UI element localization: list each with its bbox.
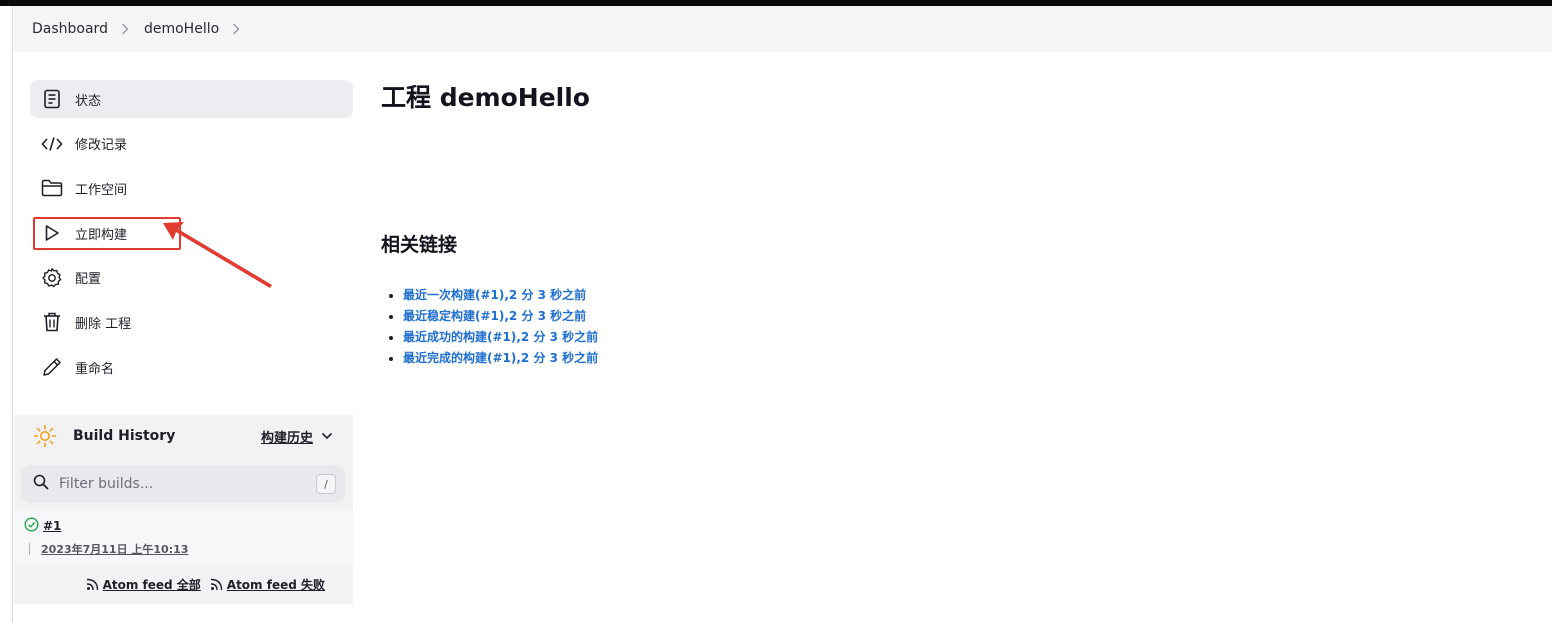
last-successful-build-link[interactable]: 最近成功的构建(#1),2 分 3 秒之前	[403, 330, 598, 344]
folder-icon	[40, 176, 64, 200]
sidebar-item-workspace[interactable]: 工作空间	[30, 169, 353, 207]
build-date-link[interactable]: 2023年7月11日 上午10:13	[41, 541, 188, 557]
build-number-line: #1	[24, 517, 61, 535]
build-row[interactable]: #1 2023年7月11日 上午10:13	[14, 511, 353, 565]
sidebar-item-label: 重命名	[75, 361, 115, 377]
highlight-box	[33, 217, 181, 251]
breadcrumb: Dashboard demoHello	[14, 6, 1552, 52]
atom-feed-failures-label[interactable]: Atom feed 失败	[227, 576, 325, 593]
rss-icon	[210, 578, 223, 591]
sidebar-item-changes[interactable]: 修改记录	[30, 125, 353, 163]
last-completed-build-link[interactable]: 最近完成的构建(#1),2 分 3 秒之前	[403, 351, 598, 365]
main-content: 工程 demoHello	[381, 78, 590, 114]
sidebar-item-status[interactable]: 状态	[30, 80, 353, 118]
related-links-list: 最近一次构建(#1),2 分 3 秒之前 最近稳定构建(#1),2 分 3 秒之…	[403, 286, 598, 370]
breadcrumb-dashboard[interactable]: Dashboard	[32, 21, 108, 37]
build-history-title: Build History	[73, 428, 176, 444]
trash-icon	[40, 310, 64, 334]
search-icon	[33, 474, 49, 494]
sidebar-item-label: 状态	[75, 93, 102, 109]
list-item: 最近成功的构建(#1),2 分 3 秒之前	[403, 328, 598, 349]
build-date-line: 2023年7月11日 上午10:13	[29, 541, 188, 557]
rss-icon	[86, 578, 99, 591]
last-build-link[interactable]: 最近一次构建(#1),2 分 3 秒之前	[403, 288, 586, 302]
left-edge	[0, 6, 13, 622]
filter-builds-field[interactable]: /	[21, 465, 345, 503]
filter-builds-input[interactable]	[59, 476, 299, 492]
code-icon	[40, 132, 64, 156]
annotation-arrow	[163, 222, 272, 288]
chevron-right-icon[interactable]	[232, 23, 242, 35]
atom-feed-all-link[interactable]: Atom feed 全部	[86, 576, 201, 593]
sidebar-item-label: 工作空间	[75, 182, 128, 198]
trend-label[interactable]: 构建历史	[261, 427, 313, 446]
list-item: 最近完成的构建(#1),2 分 3 秒之前	[403, 349, 598, 370]
sun-icon	[33, 424, 57, 448]
chevron-down-icon[interactable]	[321, 429, 333, 444]
atom-feed-all-label[interactable]: Atom feed 全部	[103, 576, 201, 593]
list-item: 最近一次构建(#1),2 分 3 秒之前	[403, 286, 598, 307]
sidebar-item-label: 删除 工程	[75, 316, 132, 332]
pencil-icon	[40, 355, 64, 379]
sidebar-item-rename[interactable]: 重命名	[30, 348, 353, 386]
list-item: 最近稳定构建(#1),2 分 3 秒之前	[403, 307, 598, 328]
build-number-link[interactable]: #1	[43, 519, 61, 533]
document-icon	[40, 87, 64, 111]
build-history-panel: Build History 构建历史 / #1 2023年7月11日 上午10:…	[14, 415, 353, 604]
breadcrumb-project[interactable]: demoHello	[144, 21, 219, 37]
atom-feed-failures-link[interactable]: Atom feed 失败	[210, 576, 325, 593]
keyboard-shortcut-hint: /	[316, 474, 336, 494]
build-history-header: Build History 构建历史	[14, 415, 353, 457]
sidebar-item-label: 修改记录	[75, 138, 128, 154]
sidebar-item-delete[interactable]: 删除 工程	[30, 303, 353, 341]
success-check-icon	[24, 517, 39, 535]
related-links-heading: 相关链接	[381, 234, 458, 256]
last-stable-build-link[interactable]: 最近稳定构建(#1),2 分 3 秒之前	[403, 309, 586, 323]
gear-icon	[40, 266, 64, 290]
trend-dropdown[interactable]: 构建历史	[261, 427, 333, 446]
divider	[29, 543, 30, 555]
chevron-right-icon[interactable]	[121, 23, 131, 35]
sidebar-item-label: 配置	[75, 272, 102, 288]
page-title: 工程 demoHello	[381, 83, 590, 112]
atom-feeds: Atom feed 全部 Atom feed 失败	[77, 576, 325, 593]
